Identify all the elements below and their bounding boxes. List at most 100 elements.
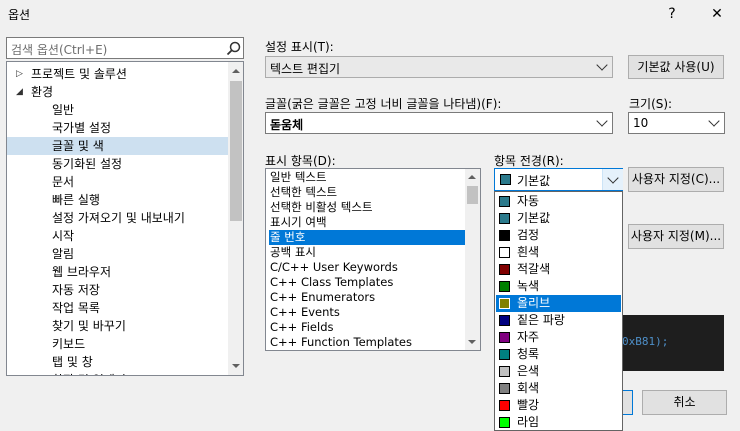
scroll-down-arrow-icon[interactable]: [468, 340, 476, 344]
color-option[interactable]: 올리브: [496, 295, 621, 312]
cancel-button[interactable]: 취소: [642, 390, 727, 415]
tree-item-label: 국가별 설정: [52, 121, 112, 135]
dropdown-arrow[interactable]: [602, 169, 623, 190]
tree-item[interactable]: 일반: [7, 101, 229, 119]
tree-item-label: 환경: [31, 85, 54, 99]
tree-item[interactable]: 글꼴 및 색: [7, 137, 229, 155]
item-foreground-value: 기본값: [517, 174, 551, 188]
color-option[interactable]: 녹색: [496, 278, 621, 295]
display-item[interactable]: C++ Class Templates: [269, 275, 466, 290]
tree-item[interactable]: 찾기 및 바꾸기: [7, 317, 229, 335]
tree-item[interactable]: ▷ 프로젝트 및 솔루션: [7, 65, 229, 83]
size-value: 10: [633, 116, 649, 130]
tree-item-label: 문서: [52, 175, 75, 189]
display-items-scrollbar[interactable]: [465, 169, 480, 350]
custom-background-button[interactable]: 사용자 지정(M)...: [628, 224, 724, 249]
font-combo[interactable]: 돋움체: [265, 112, 613, 134]
tree-item[interactable]: 웹 브라우저: [7, 263, 229, 281]
display-item[interactable]: 일반 텍스트: [269, 170, 466, 185]
display-item[interactable]: C/C++ User Keywords: [269, 260, 466, 275]
tree-item-label: 키보드: [52, 337, 86, 351]
search-icon[interactable]: [226, 41, 241, 56]
tree-scroll-thumb[interactable]: [230, 81, 242, 221]
color-option-label: 짙은 파랑: [517, 313, 565, 327]
close-button[interactable]: ✕: [702, 2, 732, 26]
tree-item[interactable]: 탭 및 창: [7, 353, 229, 371]
tree-item-label: 확장 및 업데이트: [52, 371, 137, 375]
tree-item-label: 빠른 실행: [52, 193, 100, 207]
color-option[interactable]: 적갈색: [496, 261, 621, 278]
chevron-down-icon: [596, 115, 608, 127]
color-swatch: [499, 247, 510, 258]
tree-item-label: 글꼴 및 색: [52, 139, 104, 153]
show-settings-combo[interactable]: 텍스트 편집기: [265, 56, 613, 78]
tree-item[interactable]: 자동 저장: [7, 281, 229, 299]
tree-item[interactable]: 확장 및 업데이트: [7, 371, 229, 375]
color-option[interactable]: 라임: [496, 414, 621, 430]
show-settings-label: 설정 표시(T):: [265, 40, 334, 54]
tree-item[interactable]: ◢ 환경: [7, 83, 229, 101]
font-value: 돋움체: [270, 118, 304, 132]
chevron-down-icon: [708, 115, 720, 127]
color-option-label: 흰색: [517, 245, 540, 259]
size-combo[interactable]: 10: [628, 112, 725, 134]
tree-item[interactable]: 설정 가져오기 및 내보내기: [7, 209, 229, 227]
collapse-arrow-icon[interactable]: ◢: [16, 83, 23, 101]
color-option[interactable]: 은색: [496, 363, 621, 380]
color-swatch: [499, 349, 510, 360]
display-item[interactable]: C++ Enumerators: [269, 290, 466, 305]
color-option[interactable]: 자주: [496, 329, 621, 346]
tree-item[interactable]: 문서: [7, 173, 229, 191]
display-item[interactable]: 표시기 여백: [269, 215, 466, 230]
display-item[interactable]: C++ Events: [269, 305, 466, 320]
color-option-label: 은색: [517, 364, 540, 378]
tree-item[interactable]: 동기화된 설정: [7, 155, 229, 173]
color-option-label: 회색: [517, 381, 540, 395]
size-label: 크기(S):: [629, 97, 673, 111]
color-option[interactable]: 청록: [496, 346, 621, 363]
color-swatch: [499, 315, 510, 326]
tree-item[interactable]: 국가별 설정: [7, 119, 229, 137]
tree-item-label: 알림: [52, 247, 75, 261]
tree-item-label: 동기화된 설정: [52, 157, 123, 171]
display-item[interactable]: C++ Function Templates: [269, 335, 466, 350]
scroll-up-arrow-icon[interactable]: [468, 175, 476, 179]
display-item[interactable]: 공백 표시: [269, 245, 466, 260]
chevron-down-icon: [596, 59, 608, 71]
display-item[interactable]: 선택한 텍스트: [269, 185, 466, 200]
item-foreground-combo[interactable]: 기본값: [494, 168, 623, 191]
tree-item[interactable]: 작업 목록: [7, 299, 229, 317]
color-option[interactable]: 검정: [496, 227, 621, 244]
color-option[interactable]: 자동: [496, 193, 621, 210]
color-option-label: 빨강: [517, 398, 540, 412]
display-item[interactable]: C++ Fields: [269, 320, 466, 335]
tree-scrollbar[interactable]: [228, 62, 243, 375]
custom-foreground-button[interactable]: 사용자 지정(C)...: [628, 167, 724, 192]
color-option[interactable]: 기본값: [496, 210, 621, 227]
color-option[interactable]: 빨강: [496, 397, 621, 414]
help-button[interactable]: ?: [657, 2, 687, 26]
color-swatch: [499, 383, 510, 394]
search-box[interactable]: 검색 옵션(Ctrl+E): [6, 37, 244, 59]
expand-arrow-icon[interactable]: ▷: [16, 65, 23, 83]
color-option[interactable]: 회색: [496, 380, 621, 397]
display-item[interactable]: 선택한 비활성 텍스트: [269, 200, 466, 215]
color-dropdown[interactable]: 자동 기본값 검정 흰색적갈색 녹색올리브 짙은 파랑자주청록 은색회색빨강라임: [494, 191, 623, 431]
tree-item-label: 자동 저장: [52, 283, 100, 297]
display-item[interactable]: 줄 번호: [269, 230, 466, 245]
title-bar: 옵션 ? ✕: [0, 0, 740, 28]
tree-item[interactable]: 알림: [7, 245, 229, 263]
options-tree[interactable]: ▷ 프로젝트 및 솔루션 ◢ 환경일반국가별 설정글꼴 및 색동기화된 설정문서빠른 …: [6, 61, 244, 376]
tree-item[interactable]: 키보드: [7, 335, 229, 353]
color-option[interactable]: 짙은 파랑: [496, 312, 621, 329]
color-option-label: 녹색: [517, 279, 540, 293]
tree-item[interactable]: 시작: [7, 227, 229, 245]
display-items-list[interactable]: 일반 텍스트 선택한 텍스트 선택한 비활성 텍스트 표시기 여백 줄 번호 공백 표시 C…: [265, 168, 481, 351]
color-option[interactable]: 흰색: [496, 244, 621, 261]
tree-item[interactable]: 빠른 실행: [7, 191, 229, 209]
scroll-up-arrow-icon[interactable]: [232, 69, 240, 73]
scroll-down-arrow-icon[interactable]: [232, 364, 240, 368]
use-defaults-button[interactable]: 기본값 사용(U): [628, 55, 724, 79]
display-items-scroll-thumb[interactable]: [467, 186, 478, 204]
color-option-label: 자주: [517, 330, 540, 344]
